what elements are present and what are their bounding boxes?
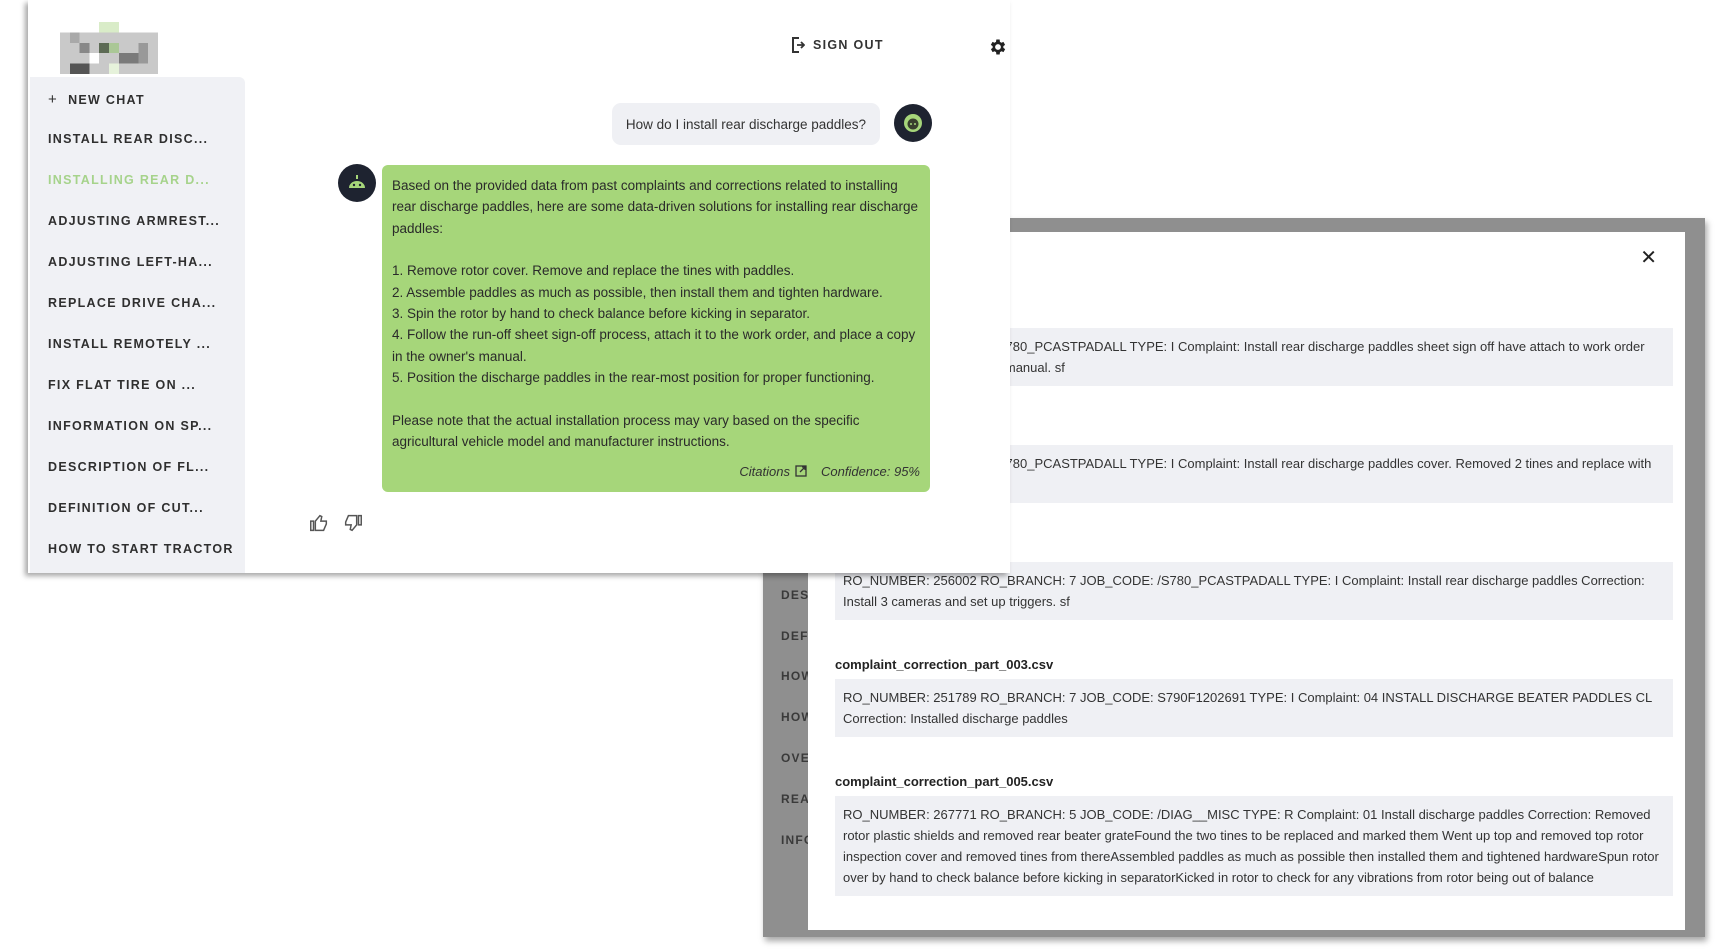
- sidebar-item-chat[interactable]: INFORMATION ON SP...: [48, 419, 212, 433]
- citations-label: Citations: [739, 463, 790, 479]
- user-message: How do I install rear discharge paddles?: [612, 103, 880, 145]
- chat-window: SIGN OUT + NEW CHAT INSTALL REAR DISC... …: [28, 0, 1010, 573]
- sidebar-item-chat-active[interactable]: INSTALLING REAR D...: [48, 173, 210, 187]
- user-avatar: [894, 104, 932, 142]
- logo: [60, 22, 158, 74]
- sidebar-item-chat[interactable]: DESCRIPTION OF FL...: [48, 460, 209, 474]
- bot-step: 1. Remove rotor cover. Remove and replac…: [392, 263, 795, 279]
- external-link-icon: [795, 465, 807, 477]
- thumbs-down-icon[interactable]: [342, 512, 364, 534]
- bot-step: 5. Position the discharge paddles in the…: [392, 370, 875, 386]
- new-chat-button[interactable]: + NEW CHAT: [48, 91, 145, 108]
- citation-item: complaint_correction_part_005.csv RO_NUM…: [835, 774, 1673, 896]
- plus-icon: +: [48, 91, 59, 108]
- citation-filename: complaint_correction_part_003.csv: [835, 657, 1054, 672]
- user-avatar-icon: [904, 114, 922, 132]
- sidebar-item-chat[interactable]: INSTALL REMOTELY ...: [48, 337, 211, 351]
- citation-text: RO_NUMBER: 251789 RO_BRANCH: 7 JOB_CODE:…: [835, 679, 1673, 737]
- bot-step: 4. Follow the run-off sheet sign-off pro…: [392, 327, 916, 364]
- citation-item: complaint_correction_part_003.csv RO_NUM…: [835, 657, 1673, 737]
- bot-avatar: [338, 164, 376, 202]
- sidebar-item-chat[interactable]: HOW TO START TRACTOR: [48, 542, 234, 556]
- close-icon[interactable]: ✕: [1640, 248, 1657, 268]
- bot-message-footer: Citations Confidence: 95%: [739, 461, 920, 482]
- robot-icon: [349, 175, 365, 188]
- sign-out-label: SIGN OUT: [813, 38, 884, 52]
- confidence-label: Confidence: 95%: [820, 463, 920, 479]
- gear-icon[interactable]: [988, 37, 1008, 57]
- sidebar-item-chat[interactable]: FIX FLAT TIRE ON ...: [48, 378, 196, 392]
- sidebar: + NEW CHAT INSTALL REAR DISC... INSTALLIN…: [30, 77, 245, 573]
- bot-step: 3. Spin the rotor by hand to check balan…: [392, 306, 811, 322]
- sidebar-item-chat[interactable]: ADJUSTING LEFT-HA...: [48, 255, 213, 269]
- thumbs-up-icon[interactable]: [308, 512, 330, 534]
- bot-step: 2. Assemble paddles as much as possible,…: [392, 284, 883, 300]
- sidebar-item-chat[interactable]: ADJUSTING ARMREST...: [48, 214, 220, 228]
- logout-icon: [792, 37, 805, 53]
- bot-intro: Based on the provided data from past com…: [392, 178, 919, 236]
- sidebar-item-chat[interactable]: INSTALL REAR DISC...: [48, 132, 208, 146]
- sidebar-item-chat[interactable]: REPLACE DRIVE CHA...: [48, 296, 216, 310]
- sidebar-item-chat[interactable]: DEFINITION OF CUT...: [48, 501, 204, 515]
- citation-filename: complaint_correction_part_005.csv: [835, 774, 1054, 789]
- new-chat-label: NEW CHAT: [68, 93, 145, 107]
- citation-text: RO_NUMBER: 267771 RO_BRANCH: 5 JOB_CODE:…: [835, 796, 1673, 896]
- bot-note: Please note that the actual installation…: [392, 412, 860, 450]
- bot-message: Based on the provided data from past com…: [382, 165, 930, 492]
- citations-link[interactable]: Citations: [739, 461, 807, 482]
- sign-out-button[interactable]: SIGN OUT: [791, 37, 884, 53]
